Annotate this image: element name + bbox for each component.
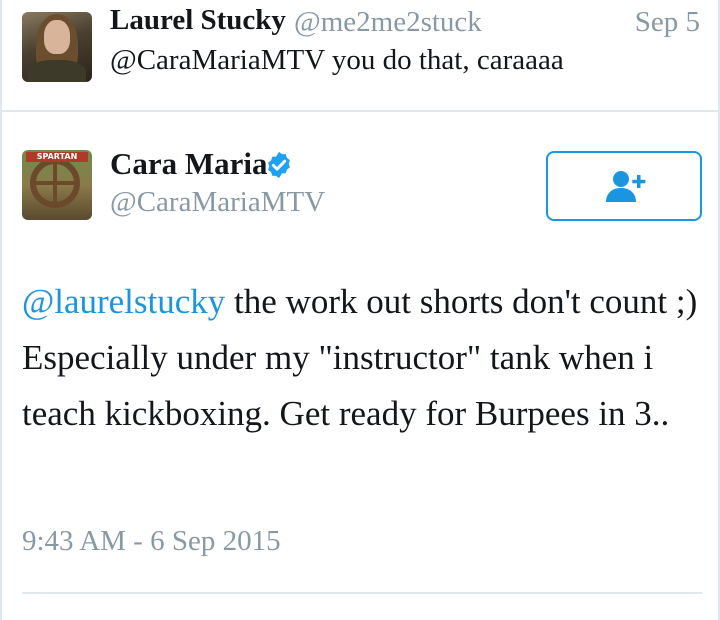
reply-tweet[interactable]: Laurel Stucky @me2me2stuck Sep 5 @CaraMa… — [2, 0, 720, 112]
tweet-body: @laurelstucky the work out shorts don't … — [22, 274, 702, 442]
main-author-name[interactable]: Cara Maria — [110, 146, 268, 182]
tweet-thread: Laurel Stucky @me2me2stuck Sep 5 @CaraMa… — [0, 0, 720, 620]
add-user-icon — [606, 171, 646, 202]
mention-link[interactable]: @laurelstucky — [22, 282, 225, 321]
avatar-banner-text: SPARTAN — [26, 152, 88, 162]
main-author-handle[interactable]: @CaraMariaMTV — [110, 186, 325, 219]
divider — [22, 592, 702, 594]
tweet-timestamp[interactable]: 9:43 AM - 6 Sep 2015 — [22, 525, 281, 558]
reply-avatar[interactable] — [22, 12, 92, 82]
main-avatar[interactable]: SPARTAN — [22, 150, 92, 220]
reply-date[interactable]: Sep 5 — [635, 6, 700, 39]
reply-author-name[interactable]: Laurel Stucky — [110, 4, 286, 37]
follow-button[interactable] — [546, 151, 702, 221]
reply-text: @CaraMariaMTV you do that, caraaaa — [110, 44, 564, 76]
reply-author-handle[interactable]: @me2me2stuck — [294, 6, 482, 39]
verified-badge-icon — [268, 151, 290, 179]
